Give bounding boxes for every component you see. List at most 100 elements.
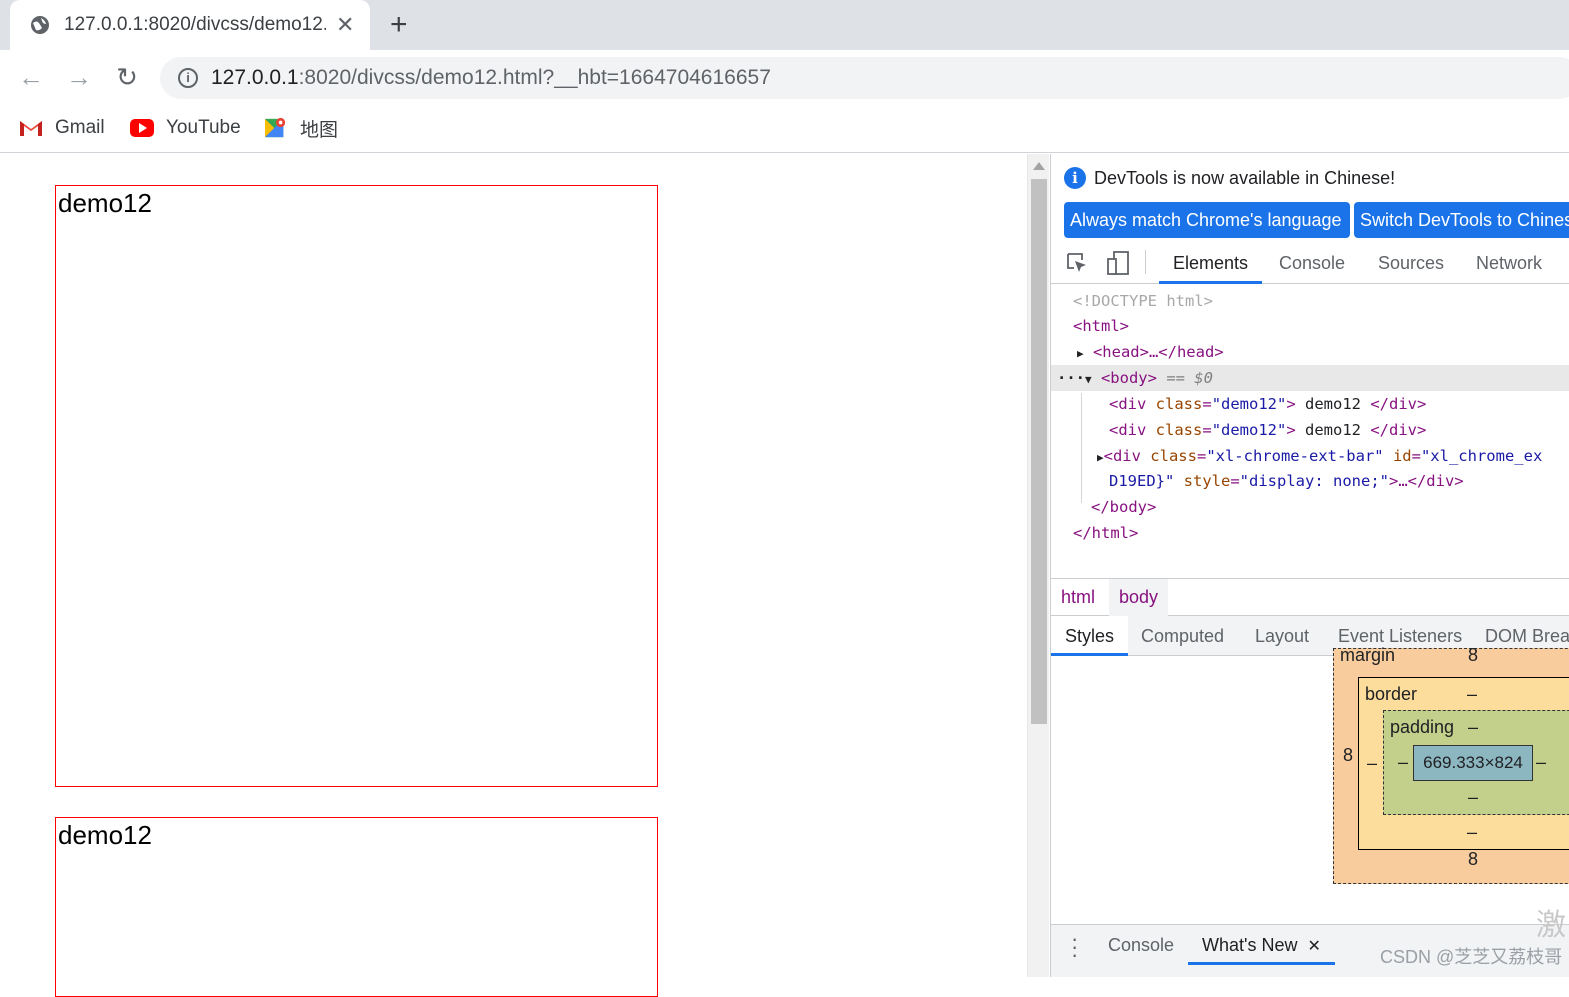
- globe-icon: [31, 16, 49, 34]
- youtube-icon: [130, 119, 154, 137]
- div-node[interactable]: <div class="demo12"> demo12 </div>: [1109, 391, 1426, 417]
- expand-arrow-icon[interactable]: ▶: [1097, 451, 1104, 464]
- watermark: CSDN @芝芝又荔枝哥: [1380, 947, 1563, 967]
- tab-network[interactable]: Network: [1476, 242, 1542, 284]
- bookmark-gmail[interactable]: Gmail: [19, 115, 105, 141]
- attr-name: class: [1150, 447, 1197, 465]
- padding-label: padding: [1390, 717, 1455, 737]
- attr-value: "display: none;": [1239, 472, 1389, 490]
- div-open: <div: [1103, 447, 1151, 465]
- tab-sources[interactable]: Sources: [1378, 242, 1444, 284]
- bookmarks-bar: Gmail YouTube 地图: [0, 105, 1569, 153]
- site-info-icon[interactable]: i: [178, 68, 198, 88]
- browser-tab[interactable]: 127.0.0.1:8020/divcss/demo12.html?__hbt=…: [10, 0, 370, 50]
- close-icon[interactable]: ✕: [1307, 938, 1320, 955]
- gmail-icon: [20, 121, 42, 136]
- breadcrumb-body[interactable]: body: [1109, 579, 1169, 616]
- attr-value: D19ED}": [1109, 472, 1175, 490]
- margin-left-value[interactable]: 8: [1343, 745, 1353, 766]
- drawer-tab-console[interactable]: Console: [1108, 925, 1174, 965]
- attr-name: class: [1155, 395, 1203, 413]
- border-bottom-value[interactable]: –: [1467, 822, 1477, 843]
- doctype-node[interactable]: <!DOCTYPE html>: [1073, 288, 1213, 314]
- scroll-thumb[interactable]: [1031, 179, 1047, 724]
- box-model-margin: margin 8 8 8 border – – – padding – – – …: [1333, 645, 1569, 884]
- collapse-arrow-icon[interactable]: ▼: [1085, 373, 1092, 386]
- attr-name: class: [1155, 421, 1203, 439]
- page-viewport: demo12 demo12: [0, 154, 1027, 997]
- margin-bottom-value[interactable]: 8: [1468, 849, 1478, 870]
- elements-tree: <!DOCTYPE html> <html> ▶ <head>…</head> …: [1051, 285, 1569, 577]
- drawer-menu-icon[interactable]: · · ·: [1071, 928, 1078, 966]
- html-node[interactable]: <html>: [1073, 313, 1129, 339]
- watermark-fragment: 激: [1536, 909, 1566, 942]
- maps-icon: [265, 117, 286, 138]
- device-toolbar-icon[interactable]: [1106, 251, 1130, 275]
- selected-marker: == $0: [1166, 369, 1213, 387]
- back-button[interactable]: ←: [13, 60, 49, 96]
- margin-top-value[interactable]: 8: [1468, 645, 1478, 666]
- tab-layout[interactable]: Layout: [1255, 616, 1309, 656]
- attr-value: "xl_chrome_ex: [1420, 447, 1543, 465]
- attr-value: "demo12": [1211, 395, 1287, 413]
- tab-computed[interactable]: Computed: [1141, 616, 1224, 656]
- switch-devtools-chinese-button[interactable]: Switch DevTools to Chinese: [1354, 202, 1569, 238]
- breadcrumb-html[interactable]: html: [1051, 579, 1105, 616]
- padding-left-value[interactable]: –: [1398, 752, 1408, 773]
- drawer-tab-whats-new[interactable]: What's New ✕: [1188, 925, 1335, 965]
- html-close-node[interactable]: </html>: [1073, 520, 1138, 546]
- scroll-up-arrow-icon[interactable]: [1033, 162, 1045, 170]
- div-text: demo12: [1295, 421, 1371, 439]
- drawer-tab-label: What's New: [1202, 935, 1298, 955]
- div-close: </div>: [1370, 395, 1427, 413]
- expand-arrow-icon[interactable]: ▶: [1077, 347, 1084, 360]
- box-model-padding: padding – – – – 669.333×824: [1383, 710, 1569, 815]
- bookmark-label: 地图: [300, 119, 339, 141]
- bookmark-youtube[interactable]: YouTube: [130, 115, 241, 141]
- ext-div-node-continued[interactable]: D19ED}" style="display: none;">…</div>: [1109, 468, 1464, 494]
- border-label: border: [1365, 684, 1418, 704]
- address-bar[interactable]: i 127.0.0.1:8020/divcss/demo12.html?__hb…: [160, 57, 1569, 99]
- tab-strip: 127.0.0.1:8020/divcss/demo12.html?__hbt=…: [0, 0, 1569, 50]
- body-close-node[interactable]: </body>: [1091, 494, 1156, 520]
- ext-div-node[interactable]: ▶<div class="xl-chrome-ext-bar" id="xl_c…: [1097, 443, 1542, 469]
- info-icon: i: [1064, 167, 1086, 189]
- bookmark-maps[interactable]: 地图: [264, 115, 338, 141]
- margin-label: margin: [1340, 645, 1396, 665]
- box-model-diagram: margin 8 8 8 border – – – padding – – – …: [1333, 645, 1569, 884]
- head-node[interactable]: ▶ <head>…</head>: [1077, 339, 1224, 365]
- browser-toolbar: ← → ↻ i 127.0.0.1:8020/divcss/demo12.htm…: [0, 50, 1569, 105]
- tab-close-icon[interactable]: ✕: [336, 12, 354, 38]
- demo12-text: demo12: [58, 188, 152, 218]
- new-tab-button[interactable]: +: [390, 8, 408, 42]
- page-scrollbar[interactable]: [1027, 154, 1049, 977]
- language-notice: i DevTools is now available in Chinese! …: [1051, 154, 1569, 242]
- address-host: 127.0.0.1: [211, 66, 299, 89]
- div-node[interactable]: <div class="demo12"> demo12 </div>: [1109, 417, 1426, 443]
- demo12-text: demo12: [58, 820, 152, 850]
- box-model-border: border – – – padding – – – – 669.333×824: [1358, 677, 1569, 850]
- tab-console[interactable]: Console: [1279, 242, 1345, 284]
- padding-right-value[interactable]: –: [1536, 752, 1546, 773]
- padding-bottom-value[interactable]: –: [1468, 787, 1478, 808]
- attr-value: "xl-chrome-ext-bar": [1206, 447, 1384, 465]
- tab-styles[interactable]: Styles: [1051, 616, 1129, 656]
- address-url[interactable]: 127.0.0.1:8020/divcss/demo12.html?__hbt=…: [211, 66, 771, 90]
- reload-button[interactable]: ↻: [109, 60, 145, 96]
- toolbar-divider: [1145, 250, 1146, 274]
- forward-button[interactable]: →: [61, 60, 97, 96]
- address-path: :8020/divcss/demo12.html?__hbt=166470461…: [298, 66, 771, 89]
- tab-elements[interactable]: Elements: [1159, 242, 1263, 284]
- devtools-panel: i DevTools is now available in Chinese! …: [1050, 154, 1569, 977]
- padding-top-value[interactable]: –: [1468, 717, 1478, 738]
- border-left-value[interactable]: –: [1367, 753, 1377, 774]
- div-close: </div>: [1370, 421, 1427, 439]
- devtools-tabbar: Elements Console Sources Network: [1051, 242, 1569, 284]
- border-top-value[interactable]: –: [1467, 684, 1477, 705]
- body-node[interactable]: ···▼ <body> == $0: [1057, 365, 1213, 391]
- bookmark-label: YouTube: [166, 117, 241, 138]
- more-dots-icon[interactable]: ···: [1057, 369, 1085, 387]
- always-match-language-button[interactable]: Always match Chrome's language: [1064, 202, 1350, 238]
- inspect-element-icon[interactable]: [1066, 252, 1088, 274]
- box-model-content[interactable]: 669.333×824: [1413, 745, 1533, 781]
